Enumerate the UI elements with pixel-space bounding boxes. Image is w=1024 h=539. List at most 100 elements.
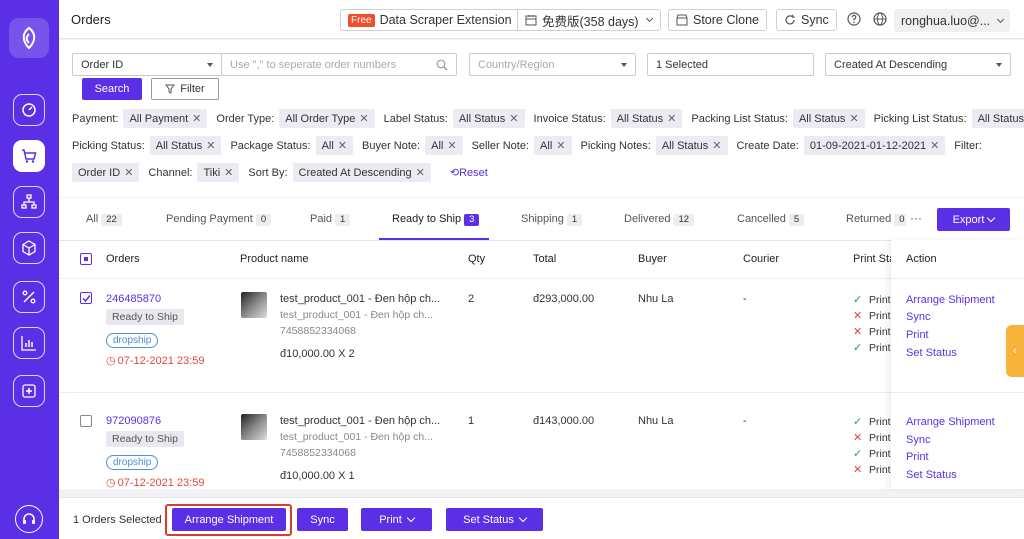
close-icon[interactable]: ✕ [930,140,939,152]
more-icon[interactable]: ··· [910,211,922,225]
plan-dropdown[interactable]: 免费版(358 days) [517,9,661,31]
filter-chip[interactable]: All Status✕ [655,136,728,155]
set-status-link[interactable]: Set Status [906,347,957,359]
bulk-print-button[interactable]: Print [361,508,432,531]
store-clone-button[interactable]: Store Clone [668,9,768,31]
column-header-action: Action [906,253,937,265]
filter-chip[interactable]: All ✕ [534,136,572,155]
filter-chip[interactable]: All Status✕ [792,109,865,128]
country-select[interactable]: Country/Region [469,53,636,76]
search-button[interactable]: Search [82,78,142,100]
filter-chip[interactable]: Tiki ✕ [197,163,240,182]
close-icon[interactable]: ✕ [124,167,133,179]
product-thumbnail[interactable] [241,414,267,440]
reset-link[interactable]: ⟲Reset [450,166,488,179]
column-header-orders: Orders [106,253,140,265]
support-button[interactable] [15,505,43,533]
tab-cancelled[interactable]: Cancelled 5 [737,213,805,226]
sync-link[interactable]: Sync [906,434,930,446]
sidebar-add[interactable] [13,375,45,407]
filter-chip[interactable]: Order ID ✕ [72,163,140,182]
sync-label: Sync [801,13,829,27]
close-icon[interactable]: ✕ [338,140,347,152]
order-number-input[interactable]: Use "," to seperate order numbers [221,53,457,76]
globe-icon[interactable] [872,11,888,27]
help-icon[interactable] [846,11,862,27]
tab-delivered[interactable]: Delivered 12 [624,213,695,226]
print-link[interactable]: Print [906,451,929,463]
sidebar-orders[interactable] [13,140,45,172]
close-icon[interactable]: ✕ [849,113,858,125]
product-thumbnail[interactable] [241,292,267,318]
filter-chip[interactable]: All Status✕ [610,109,683,128]
bulk-sync-label: Sync [310,513,335,526]
filter-chip[interactable]: All Payment ✕ [123,109,208,128]
user-menu[interactable]: ronghua.luo@... [894,9,1011,32]
tab-ready-to-ship[interactable]: Ready to Ship 3 [392,213,480,226]
close-icon[interactable]: ✕ [224,167,233,179]
tab-label: Paid [310,213,333,225]
close-icon[interactable]: ✕ [447,140,456,152]
sidebar-hierarchy[interactable] [13,186,45,218]
tab-returned[interactable]: Returned 0 [846,213,906,226]
sync-button[interactable]: Sync [776,9,837,31]
print-label: Print [869,341,891,354]
set-status-link[interactable]: Set Status [906,469,957,481]
search-icon[interactable] [436,59,448,71]
reset-icon: ⟲ [449,167,460,179]
arrange-shipment-button[interactable]: Arrange Shipment [172,508,286,531]
app-logo[interactable] [9,18,49,58]
sidebar [0,0,59,539]
side-drawer-handle[interactable]: ‹ [1006,325,1024,377]
filter-chip[interactable]: 01-09-2021-01-12-2021 ✕ [803,136,946,155]
sidebar-products[interactable] [13,232,45,264]
filter-chip[interactable]: All ✕ [425,136,463,155]
arrange-shipment-link[interactable]: Arrange Shipment [906,416,995,428]
row-checkbox[interactable] [80,415,92,427]
close-icon[interactable]: ✕ [192,113,201,125]
bulk-sync-button[interactable]: Sync [297,508,348,531]
bulk-set-status-button[interactable]: Set Status [446,508,543,531]
sync-link[interactable]: Sync [906,311,930,323]
tab-pending-payment[interactable]: Pending Payment 0 [166,213,272,226]
print-link[interactable]: Print [906,329,929,341]
product-variant: test_product_001 - Đen hộp ch... [280,431,433,443]
filter-button[interactable]: Filter [151,78,219,100]
filter-chip[interactable]: All Status✕ [971,109,1024,128]
select-all-checkbox[interactable] [80,253,92,265]
filter-chip[interactable]: All Status✕ [149,136,222,155]
close-icon[interactable]: ✕ [416,167,425,179]
product-name[interactable]: test_product_001 - Đen hộp ch... [280,293,440,305]
filter-chip[interactable]: All Order Type ✕ [279,109,375,128]
tab-paid[interactable]: Paid 1 [310,213,351,226]
order-id-link[interactable]: 246485870 [106,293,161,305]
export-button[interactable]: Export [937,208,1010,231]
divider [891,278,1024,279]
filter-chip[interactable]: All ✕ [315,136,354,155]
arrange-shipment-link[interactable]: Arrange Shipment [906,294,995,306]
close-icon[interactable]: ✕ [556,140,565,152]
print-status-item: ✓ Print [853,447,891,461]
product-name[interactable]: test_product_001 - Đen hộp ch... [280,415,440,427]
selected-select[interactable]: 1 Selected [647,53,814,76]
order-id-link[interactable]: 972090876 [106,415,161,427]
filter-chip[interactable]: Created At Descending ✕ [292,163,431,182]
sidebar-promotions[interactable] [13,281,45,313]
sidebar-reports[interactable] [13,327,45,359]
close-icon[interactable]: ✕ [359,113,368,125]
close-icon[interactable]: ✕ [712,140,721,152]
order-id-select[interactable]: Order ID [72,53,222,76]
close-icon[interactable]: ✕ [509,113,518,125]
close-icon[interactable]: ✕ [667,113,676,125]
chip-value: Created At Descending [298,167,412,179]
gauge-icon [22,103,36,117]
sort-select[interactable]: Created At Descending [825,53,1011,76]
chip-value: All Status [661,140,709,152]
tab-all[interactable]: All 22 [86,213,122,226]
filter-chip[interactable]: All Status✕ [452,109,525,128]
close-icon[interactable]: ✕ [206,140,215,152]
sidebar-dashboard[interactable] [13,94,45,126]
row-checkbox[interactable] [80,292,92,304]
tab-shipping[interactable]: Shipping 1 [521,213,583,226]
data-scraper-button[interactable]: Free Data Scraper Extension [340,9,520,31]
